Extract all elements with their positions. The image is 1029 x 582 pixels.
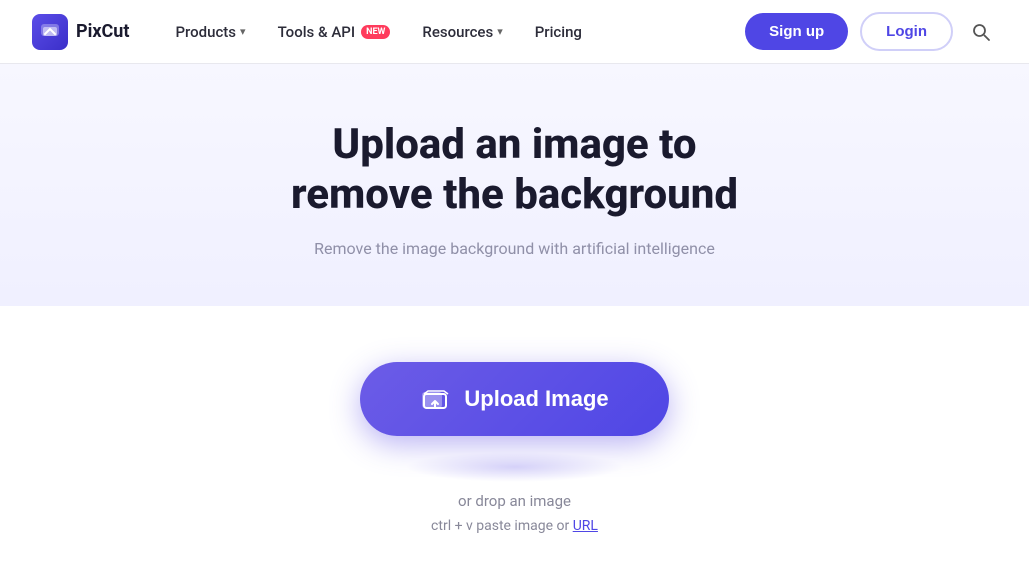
drop-text: or drop an image (458, 492, 571, 510)
logo-text: PixCut (76, 21, 129, 42)
nav-products[interactable]: Products ▾ (161, 15, 259, 49)
nav-tools-api[interactable]: Tools & API NEW (264, 15, 405, 49)
logo-icon (32, 14, 68, 50)
signup-button[interactable]: Sign up (745, 13, 848, 50)
logo[interactable]: PixCut (32, 14, 129, 50)
chevron-down-icon: ▾ (240, 25, 246, 38)
paste-text: ctrl + v paste image or URL (431, 518, 598, 534)
new-badge: NEW (361, 25, 390, 39)
upload-icon (420, 384, 450, 414)
search-button[interactable] (965, 16, 997, 48)
upload-section: Upload Image or drop an image ctrl + v p… (0, 306, 1029, 574)
search-icon (971, 22, 991, 42)
nav-pricing[interactable]: Pricing (521, 15, 596, 49)
hero-section: Upload an image to remove the background… (0, 64, 1029, 306)
chevron-down-icon: ▾ (497, 25, 503, 38)
login-button[interactable]: Login (860, 12, 953, 51)
upload-image-button[interactable]: Upload Image (360, 362, 668, 436)
upload-btn-wrapper: Upload Image (360, 362, 668, 464)
nav-links: Products ▾ Tools & API NEW Resources ▾ P… (161, 15, 745, 49)
url-link[interactable]: URL (573, 518, 598, 534)
nav-actions: Sign up Login (745, 12, 997, 51)
nav-resources[interactable]: Resources ▾ (408, 15, 516, 49)
hero-title: Upload an image to remove the background (40, 120, 989, 221)
navbar: PixCut Products ▾ Tools & API NEW Resour… (0, 0, 1029, 64)
hero-subtitle: Remove the image background with artific… (40, 239, 989, 258)
